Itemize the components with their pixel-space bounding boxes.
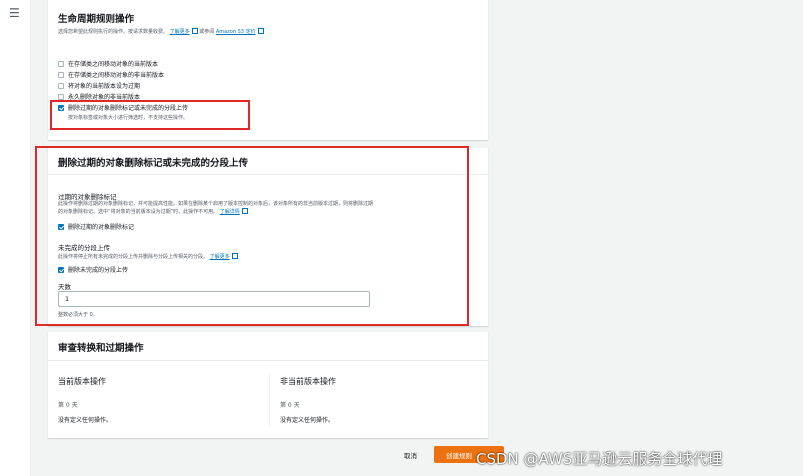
multipart-desc: 此操作将停止所有未完成的分段上传并删除与分段上传相关的分段。 了解更多 [58,253,238,260]
option-expire-current[interactable]: 将对象的当前版本设为过期 [58,81,140,90]
current-actions-title: 当前版本操作 [58,377,106,386]
filter-note: 按对象标签或对象大小进行筛选时，不支持这些操作。 [68,115,189,121]
days-input[interactable]: 1 [58,291,370,307]
lifecycle-actions-desc: 选择您希望此规则执行的操作。按请求数量收费。 了解更多 或参阅 Amazon S… [58,28,264,35]
markers-desc-line2: 的对象删除标记。选中“将对象的当前版本设为过期”时，此操作不可用。 了解详情 [58,208,248,215]
checkbox[interactable] [58,82,64,89]
or-see-text: 或参阅 [199,29,215,35]
panel-divider [48,174,488,175]
menu-icon[interactable]: ☰ [9,6,20,20]
left-rail: ☰ [0,0,31,476]
multipart-desc-text: 此操作将停止所有未完成的分段上传并删除与分段上传相关的分段。 [58,254,209,260]
option-move-noncurrent[interactable]: 在存储类之间移动对象的非当前版本 [58,70,164,79]
desc-text: 选择您希望此规则执行的操作。按请求数量收费。 [58,29,169,35]
option-label: 永久删除对象的非当前版本 [68,94,141,101]
learn-details-link[interactable]: 了解详情 [220,209,240,215]
markers-desc-text: 的对象删除标记。选中“将对象的当前版本设为过期”时，此操作不可用。 [58,209,219,215]
external-link-icon [191,28,198,34]
learn-more-link[interactable]: 了解更多 [170,29,190,35]
checkbox[interactable] [58,71,64,78]
option-label: 将对象的当前版本设为过期 [68,83,141,90]
delete-markers-title: 删除过期的对象删除标记或未完成的分段上传 [58,158,249,169]
option-delete-markers-multipart[interactable]: 删除过期的对象删除标记或未完成的分段上传 [58,103,188,112]
external-link-icon [257,28,264,34]
option-delete-noncurrent[interactable]: 永久删除对象的非当前版本 [58,92,140,101]
current-day: 第 0 天 [58,402,78,409]
external-link-icon [231,253,238,259]
multipart-heading: 未完成的分段上传 [58,244,110,252]
checkbox-checked[interactable] [58,266,64,273]
panel-divider [48,360,488,361]
delete-multipart-checkbox-row[interactable]: 删除未完成的分段上传 [58,265,128,274]
option-label: 在存储类之间移动对象的当前版本 [68,61,159,68]
checkbox[interactable] [58,60,64,67]
checkbox-checked[interactable] [58,104,64,111]
days-hint: 整数必须大于 0。 [58,312,98,318]
option-move-current[interactable]: 在存储类之间移动对象的当前版本 [58,59,158,68]
current-empty: 没有定义任何操作。 [58,417,113,424]
checkbox-checked[interactable] [58,223,64,230]
checkbox[interactable] [58,93,64,100]
cancel-button[interactable]: 取消 [404,450,417,460]
pricing-link[interactable]: Amazon S3 定价 [216,29,256,35]
watermark: CSDN @AWS亚马逊云服务全球代理 [476,450,723,468]
external-link-icon [241,208,248,214]
noncurrent-empty: 没有定义任何操作。 [280,417,335,424]
noncurrent-actions-title: 非当前版本操作 [280,377,336,386]
lifecycle-actions-title: 生命周期规则操作 [58,14,135,25]
review-title: 审查转换和过期操作 [58,343,144,354]
option-label: 删除过期的对象删除标记或未完成的分段上传 [68,105,189,112]
learn-more-link[interactable]: 了解更多 [210,254,230,260]
checkbox-label: 删除过期的对象删除标记 [68,224,135,231]
delete-markers-checkbox-row[interactable]: 删除过期的对象删除标记 [58,222,134,231]
checkbox-label: 删除未完成的分段上传 [68,267,129,274]
column-divider [269,374,270,426]
markers-desc-line1: 此操作将删除过期的对象删除标记，并可能提高性能。如果在删除某个启用了版本控制的对… [58,201,374,207]
days-label: 天数 [58,283,71,291]
option-label: 在存储类之间移动对象的非当前版本 [68,72,165,79]
noncurrent-day: 第 0 天 [280,402,300,409]
